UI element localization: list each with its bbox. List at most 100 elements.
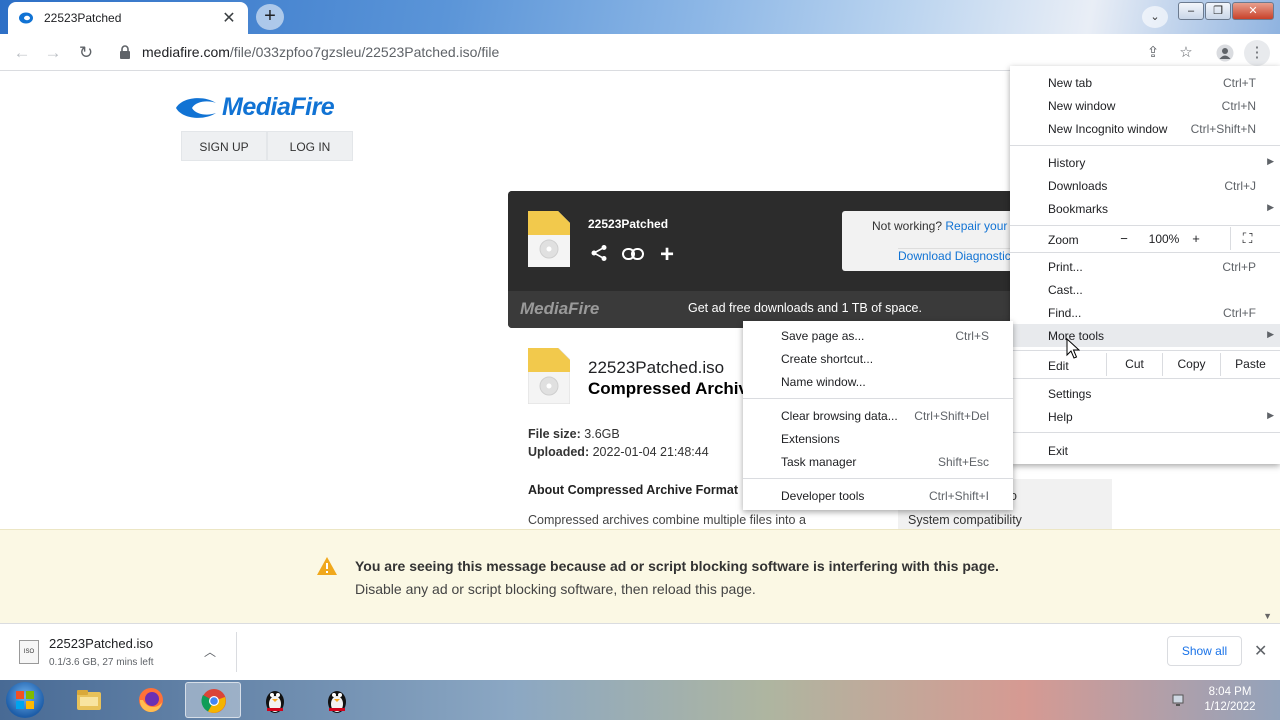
submenu-item-extensions[interactable]: Extensions [743,427,1013,450]
cut-button[interactable]: Cut [1106,353,1162,376]
mouse-cursor [1066,338,1080,359]
warning-subtitle: Disable any ad or script blocking softwa… [355,581,756,597]
file-size-label: File size: [528,427,581,441]
menu-item-new-window[interactable]: New window Ctrl+N [1010,94,1280,117]
show-all-button[interactable]: Show all [1167,636,1242,666]
scroll-down-arrow[interactable]: ▼ [1263,611,1272,621]
taskbar-clock[interactable]: 8:04 PM 1/12/2022 [1200,685,1260,715]
menu-item-exit[interactable]: Exit [1010,439,1280,462]
menu-item-cast[interactable]: Cast... [1010,278,1280,301]
menu-shortcut: Ctrl+N [1221,99,1256,113]
star-icon[interactable]: ☆ [1173,40,1199,66]
plus-icon: + [264,5,276,27]
tab-search-button[interactable]: ⌄ [1142,6,1168,28]
chrome-main-menu: New tab Ctrl+T New window Ctrl+N New Incog… [1010,66,1280,464]
chevron-up-icon[interactable]: ︿ [204,643,216,660]
submenu-item-dev-tools[interactable]: Developer tools Ctrl+Shift+I [743,484,1013,507]
menu-item-bookmarks[interactable]: Bookmarks ▶ [1010,197,1280,220]
about-heading: About Compressed Archive Format [528,483,738,497]
network-tray-icon[interactable] [1172,692,1188,708]
taskbar-firefox[interactable] [123,682,179,718]
menu-item-downloads[interactable]: Downloads Ctrl+J [1010,174,1280,197]
menu-separator [1010,252,1280,253]
share-icon[interactable]: ⇪ [1140,40,1166,66]
warning-icon [317,557,337,575]
lock-icon[interactable] [118,44,132,60]
share-icon[interactable] [588,244,610,266]
file-type: Compressed Archive [588,379,758,398]
paste-button[interactable]: Paste [1220,353,1280,376]
taskbar-chrome[interactable] [185,682,241,718]
copy-button[interactable]: Copy [1162,353,1220,376]
adblock-warning: You are seeing this message because ad o… [0,529,1280,623]
menu-item-history[interactable]: History ▶ [1010,151,1280,174]
link-icon[interactable] [622,244,644,266]
window-close-button[interactable]: ✕ [1232,2,1274,20]
new-tab-button[interactable]: + [256,4,284,30]
iso-file-icon: ISO [19,640,39,664]
browser-tab[interactable]: 22523Patched ✕ [8,2,248,34]
submenu-item-name-window[interactable]: Name window... [743,370,1013,393]
menu-shortcut: Ctrl+F [1223,306,1256,320]
menu-item-print[interactable]: Print... Ctrl+P [1010,255,1280,278]
menu-separator [1010,350,1280,351]
download-card: 22523Patched + Not working? Repair your … [508,191,1028,328]
clock-date: 1/12/2022 [1204,701,1256,713]
fullscreen-icon[interactable]: ⛶ [1230,227,1264,250]
menu-item-new-tab[interactable]: New tab Ctrl+T [1010,71,1280,94]
menu-item-label: New tab [1048,76,1093,90]
menu-item-label: Extensions [781,432,840,446]
windows-start-icon[interactable] [6,682,44,718]
close-icon[interactable]: ✕ [220,8,238,28]
system-compatibility[interactable]: System compatibility [908,513,1022,527]
download-status: 0.1/3.6 GB, 27 mins left [49,657,154,668]
menu-shortcut: Ctrl+J [1224,179,1256,193]
card-promo[interactable]: Get ad free downloads and 1 TB of space. [688,301,922,315]
menu-item-label: Developer tools [781,489,865,503]
close-icon[interactable]: ✕ [1254,641,1267,661]
taskbar-app-2[interactable] [309,682,365,718]
menu-item-help[interactable]: Help ▶ [1010,405,1280,428]
zoom-out-button[interactable]: − [1104,227,1144,250]
menu-shortcut: Ctrl+Shift+N [1190,122,1256,136]
reload-icon[interactable]: ↻ [73,40,99,66]
mediafire-logo[interactable]: MediaFire [174,93,335,122]
profile-icon[interactable] [1212,40,1238,66]
download-filename[interactable]: 22523Patched.iso [49,636,153,651]
address-bar[interactable]: mediafire.com/file/033zpfoo7gzsleu/22523… [142,44,499,60]
menu-item-find[interactable]: Find... Ctrl+F [1010,301,1280,324]
menu-item-incognito[interactable]: New Incognito window Ctrl+Shift+N [1010,117,1280,140]
menu-item-label: Create shortcut... [781,352,874,366]
file-title: 22523Patched.iso [588,358,725,377]
plus-icon[interactable]: + [656,243,678,267]
menu-item-more-tools[interactable]: More tools ▶ [1010,324,1280,347]
firefox-icon [139,688,163,713]
kebab-menu-icon[interactable]: ⋮ [1244,40,1270,66]
sign-up-button[interactable]: SIGN UP [181,131,267,161]
menu-shortcut: Ctrl+Shift+I [928,489,989,503]
menu-shortcut: Ctrl+S [955,329,989,343]
menu-separator [1010,145,1280,146]
diagnostic-link[interactable]: Download Diagnostic [898,248,1011,263]
uploaded-label: Uploaded: [528,445,590,459]
menu-shortcut: Ctrl+T [1223,76,1256,90]
log-in-button[interactable]: LOG IN [267,131,353,161]
tab-title: 22523Patched [44,11,122,25]
menu-item-label: Name window... [781,375,866,389]
minimize-button[interactable]: – [1178,2,1204,20]
forward-icon[interactable]: → [40,40,66,66]
shelf-divider [236,632,237,672]
zoom-in-button[interactable]: + [1176,227,1216,250]
taskbar-explorer[interactable] [61,682,117,718]
maximize-button[interactable]: ❐ [1205,2,1231,20]
menu-item-settings[interactable]: Settings [1010,382,1280,405]
submenu-item-create-shortcut[interactable]: Create shortcut... [743,347,1013,370]
repair-link[interactable]: Repair your [945,219,1007,233]
submenu-item-save-page[interactable]: Save page as... Ctrl+S [743,324,1013,347]
submenu-item-task-manager[interactable]: Task manager Shift+Esc [743,450,1013,473]
submenu-item-clear-data[interactable]: Clear browsing data... Ctrl+Shift+Del [743,404,1013,427]
back-icon[interactable]: ← [9,40,35,66]
file-icon [528,348,570,404]
about-text: Compressed archives combine multiple fil… [528,513,806,527]
taskbar-app-1[interactable] [247,682,303,718]
